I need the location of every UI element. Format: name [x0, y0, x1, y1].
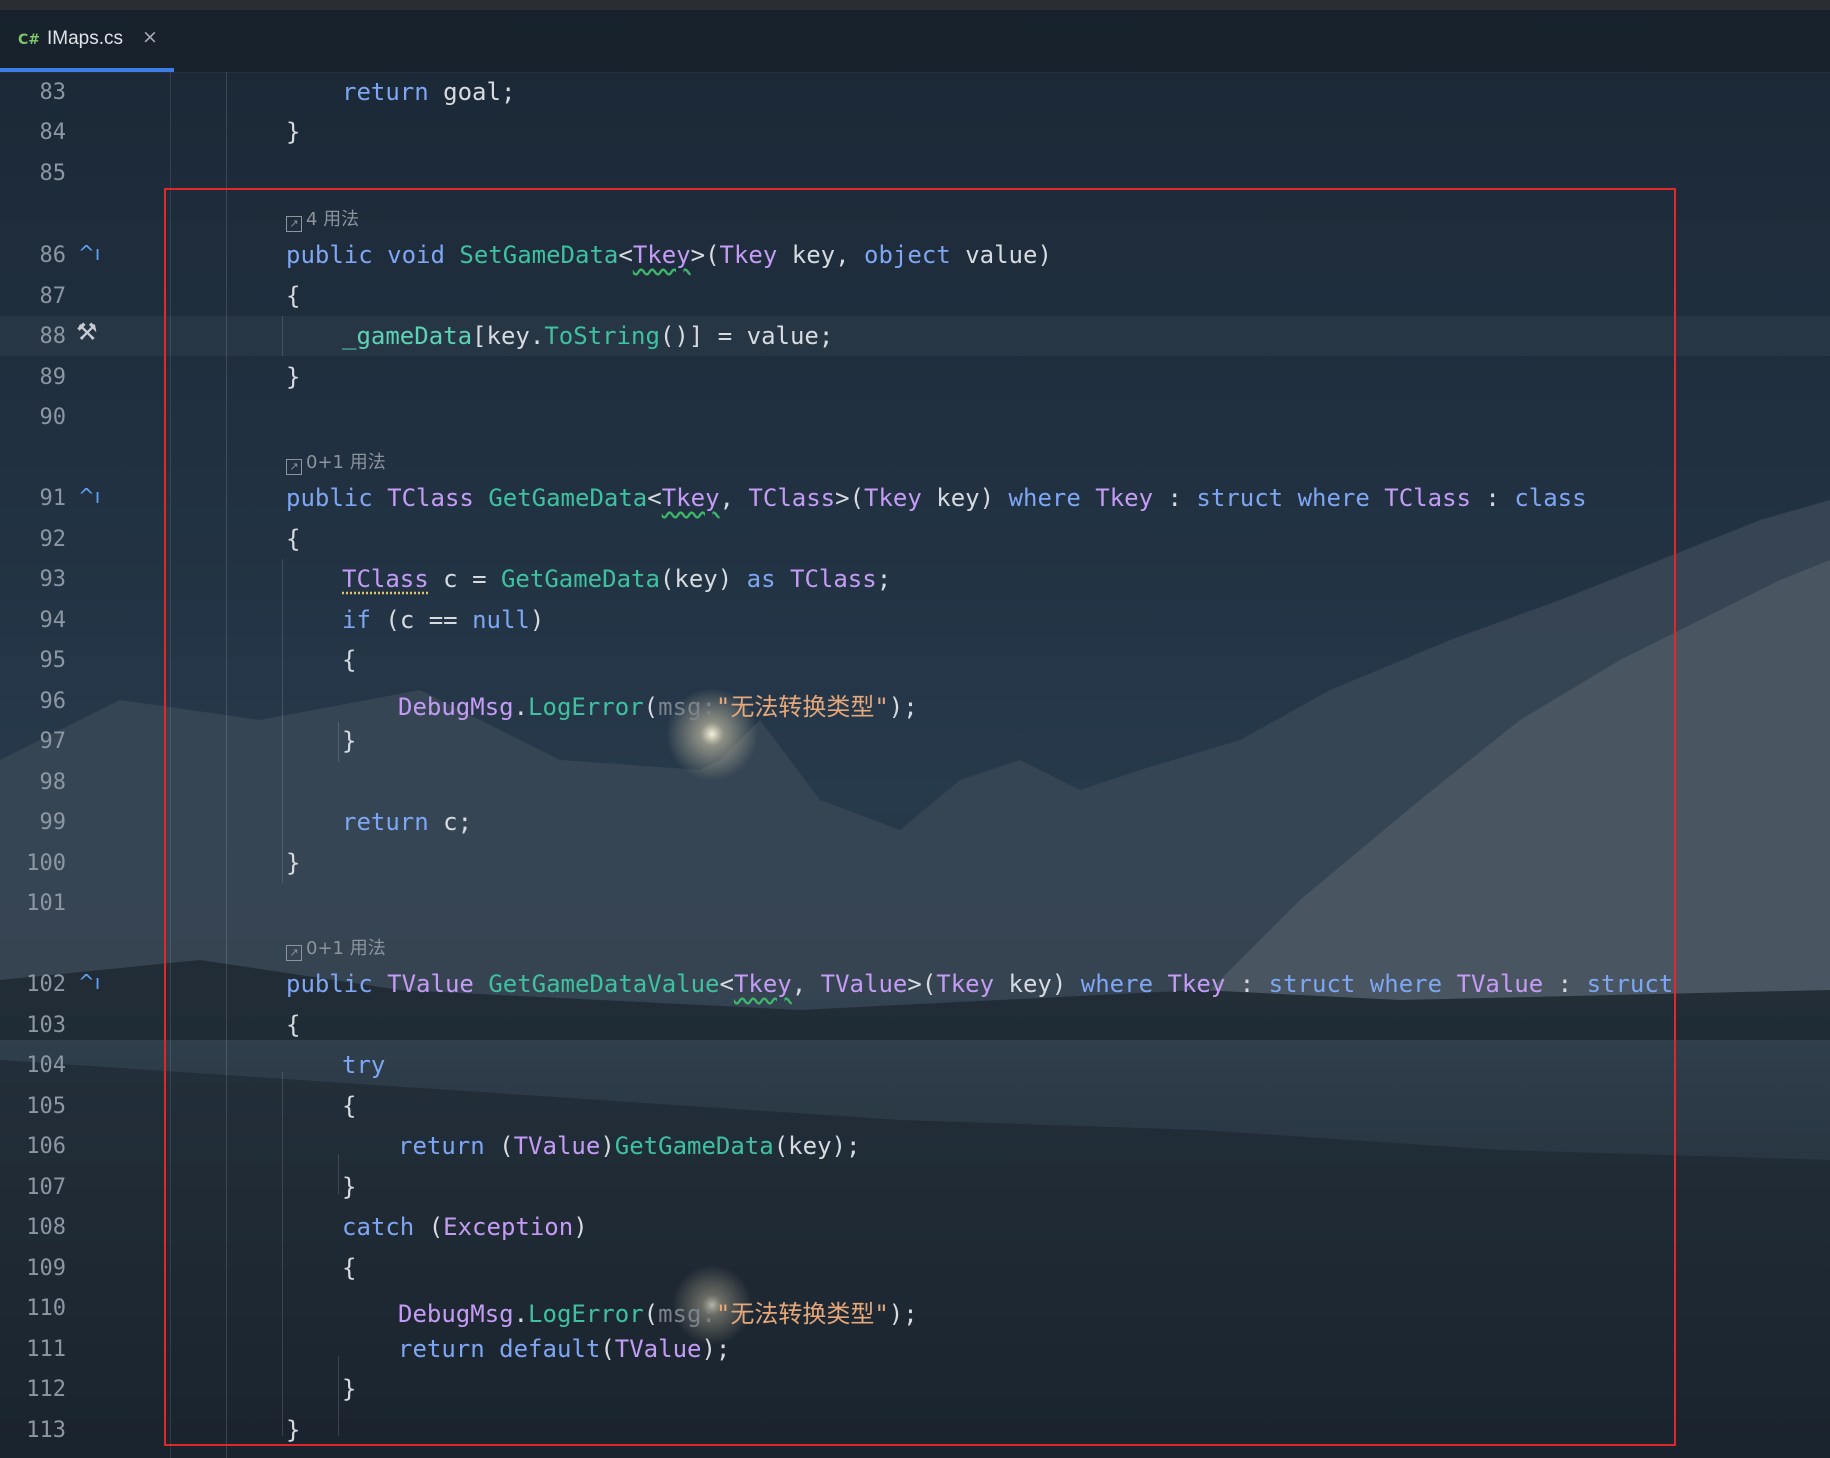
editor-tab-bar: C# IMaps.cs × [0, 10, 1830, 73]
implements-icon[interactable]: ^ı [78, 241, 100, 265]
line-number: 89 [39, 365, 67, 390]
highlight-annotation-box [164, 188, 1676, 1446]
line-number: 86 [39, 243, 67, 268]
line-number: 104 [26, 1053, 66, 1078]
line-number: 90 [39, 405, 67, 430]
implements-icon[interactable]: ^ı [78, 970, 100, 994]
code-line: 83 return goal; [0, 72, 1830, 112]
tab-imaps-cs[interactable]: C# IMaps.cs × [0, 10, 174, 72]
implements-icon[interactable]: ^ı [78, 484, 100, 508]
line-number: 83 [39, 80, 67, 105]
code-text: return goal; [342, 78, 516, 106]
csharp-file-icon: C# [18, 32, 41, 48]
line-number: 111 [26, 1337, 66, 1362]
line-number: 109 [26, 1256, 66, 1281]
line-number: 92 [39, 527, 67, 552]
line-number: 88 [39, 324, 67, 349]
window-top-strip [0, 0, 1830, 10]
line-number: 95 [39, 648, 67, 673]
line-number: 93 [39, 567, 67, 592]
line-number: 103 [26, 1013, 66, 1038]
code-text: } [286, 118, 301, 146]
line-number: 98 [39, 770, 67, 795]
line-number: 99 [39, 810, 67, 835]
code-line: 85 [0, 153, 1830, 193]
line-number: 85 [39, 161, 67, 186]
line-number: 108 [26, 1215, 66, 1240]
line-number: 112 [26, 1377, 66, 1402]
line-number: 100 [26, 851, 66, 876]
line-number: 110 [26, 1296, 66, 1321]
line-number: 107 [26, 1175, 66, 1200]
line-number: 84 [39, 120, 67, 145]
line-number: 96 [39, 689, 67, 714]
line-number: 105 [26, 1094, 66, 1119]
hammer-icon[interactable]: ⚒ [76, 318, 98, 346]
line-number: 102 [26, 972, 66, 997]
line-number: 91 [39, 486, 67, 511]
line-number: 113 [26, 1418, 66, 1443]
line-number: 101 [26, 891, 66, 916]
code-line: 84 } [0, 112, 1830, 152]
line-number: 97 [39, 729, 67, 754]
line-number: 94 [39, 608, 67, 633]
line-number: 87 [39, 284, 67, 309]
close-icon[interactable]: × [142, 26, 158, 48]
tab-filename: IMaps.cs [47, 28, 124, 49]
line-number: 106 [26, 1134, 66, 1159]
